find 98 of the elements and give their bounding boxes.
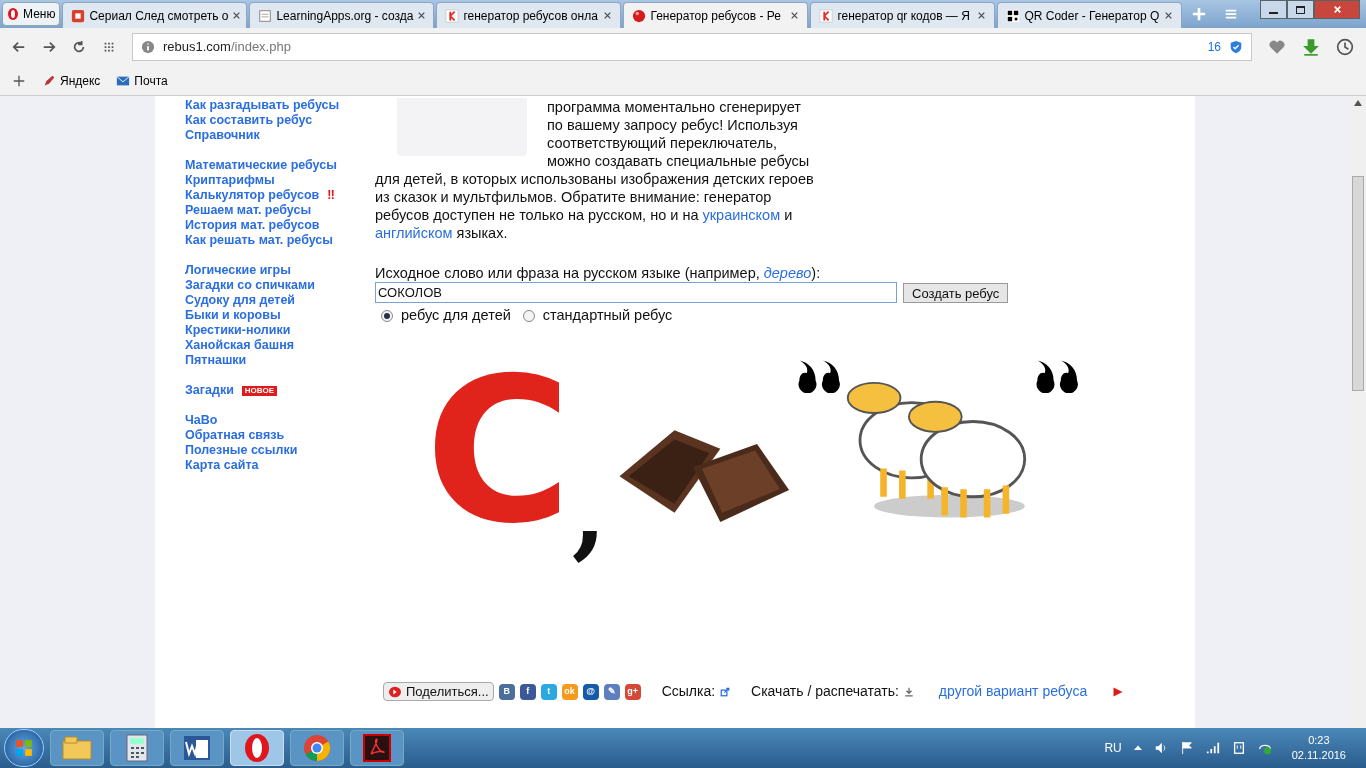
browser-tab[interactable]: LearningApps.org - созда: [249, 2, 435, 28]
close-icon[interactable]: [232, 11, 242, 20]
phrase-input[interactable]: СОКОЛОВ: [375, 282, 897, 303]
next-variant-link[interactable]: другой вариант ребуса: [938, 681, 1088, 702]
exclamation-mark: ‼: [327, 187, 335, 205]
close-icon[interactable]: [603, 11, 613, 20]
close-icon[interactable]: [977, 11, 987, 20]
qr-icon: [1006, 8, 1021, 23]
grid-icon[interactable]: [102, 40, 116, 54]
site-icon: [819, 8, 834, 23]
shield-icon[interactable]: [1229, 40, 1243, 54]
play-icon[interactable]: [1112, 685, 1125, 698]
tray-arrow-icon[interactable]: [1133, 744, 1142, 752]
radio-button[interactable]: [381, 309, 393, 322]
flag-icon[interactable]: [1179, 741, 1194, 755]
tab-title: генератор qr кодов — Я: [837, 7, 971, 25]
site-icon: [445, 8, 460, 23]
pdf-icon: [363, 734, 391, 762]
scroll-up-icon[interactable]: [1354, 100, 1362, 106]
maximize-button[interactable]: [1287, 0, 1314, 19]
folder-icon: [62, 735, 92, 761]
history-icon[interactable]: [1336, 38, 1354, 56]
share-button[interactable]: Поделиться...: [383, 682, 494, 701]
network-icon[interactable]: [1231, 741, 1246, 755]
heart-icon[interactable]: [1268, 38, 1286, 56]
radio-button[interactable]: [522, 309, 535, 322]
minimize-button[interactable]: [1260, 0, 1287, 19]
download-label: Скачать / распечатать:: [751, 682, 899, 701]
pen-icon: [42, 73, 56, 88]
close-icon[interactable]: [417, 11, 427, 20]
bookmark-link[interactable]: Почта: [116, 71, 168, 90]
tab-title: Сериал След смотреть о: [89, 7, 229, 25]
taskbar-button[interactable]: [350, 730, 404, 766]
close-button[interactable]: [1314, 0, 1360, 19]
site-icon: [71, 8, 86, 23]
site-info-icon[interactable]: [141, 40, 155, 54]
social-icon[interactable]: В: [498, 683, 515, 700]
back-icon[interactable]: [12, 40, 26, 54]
bookmark-link[interactable]: Яндекс: [42, 71, 101, 90]
start-button[interactable]: [4, 729, 44, 767]
signal-icon[interactable]: [1205, 741, 1220, 755]
browser-tab[interactable]: QR Coder - Генератор Q: [997, 2, 1183, 28]
tab-title: генератор ребусов онла: [463, 7, 599, 25]
example-link[interactable]: дерево: [763, 265, 812, 281]
social-icon[interactable]: g+: [624, 683, 641, 700]
sidebar-link[interactable]: Загадки: [185, 381, 234, 400]
scrollbar[interactable]: [1350, 96, 1366, 728]
tab-title: LearningApps.org - созда: [276, 7, 414, 25]
opera-icon: [243, 733, 271, 763]
blocked-count: 16: [1207, 39, 1221, 56]
language-indicator[interactable]: RU: [1104, 739, 1122, 757]
radio-label: стандартный ребус: [542, 306, 673, 325]
external-link-icon[interactable]: [720, 686, 731, 697]
form-label: Исходное слово или фраза на русском языке (например, дерево):: [375, 264, 822, 282]
intro-paragraph: программа моментально сгенерирует по вашему запросу ребус! Используя соответствующий переключатель, можно создавать специальные ребусы: [547, 98, 810, 170]
reload-icon[interactable]: [72, 40, 86, 54]
close-icon[interactable]: [790, 11, 800, 20]
browser-tab[interactable]: генератор ребусов онла: [436, 2, 622, 28]
radio-label: ребус для детей: [401, 306, 511, 325]
create-rebus-button[interactable]: Создать ребус: [903, 282, 1009, 303]
taskbar-button[interactable]: [110, 730, 164, 766]
ball-icon: [632, 8, 647, 23]
close-icon: [1332, 5, 1342, 14]
chrome-icon: [303, 734, 331, 762]
link-label: Ссылка:: [661, 682, 716, 701]
social-icon[interactable]: t: [540, 683, 557, 700]
browser-tab[interactable]: Сериал След смотреть о: [62, 2, 248, 28]
document-icon: [258, 8, 273, 23]
download-icon[interactable]: [903, 686, 914, 697]
taskbar-button[interactable]: [170, 730, 224, 766]
url-text: rebus1.com/index.php: [163, 38, 291, 57]
english-link[interactable]: английском: [375, 225, 453, 241]
intro-paragraph: для детей, в которых использованы изображения детских героев из сказок и мультфильмов. Обратите внимание: генератор ребусов доступен не только на русском, но и на украинском и английском языках.: [375, 170, 815, 242]
windows-logo-icon: [15, 739, 33, 757]
volume-icon[interactable]: [1153, 741, 1168, 755]
forward-icon[interactable]: [42, 40, 56, 54]
new-badge: НОВОЕ: [241, 385, 277, 396]
opera-icon: [7, 7, 19, 21]
social-icon[interactable]: @: [582, 683, 599, 700]
tab-title: Генератор ребусов - Ре: [650, 7, 782, 25]
address-field[interactable]: rebus1.com/index.php 16: [132, 33, 1252, 61]
close-icon[interactable]: [1164, 11, 1174, 20]
rebus-comma: ,: [571, 460, 607, 561]
mail-icon: [116, 73, 131, 88]
ukrainian-link[interactable]: украинском: [702, 207, 781, 223]
browser-tab[interactable]: генератор qr кодов — Я: [810, 2, 996, 28]
download-icon[interactable]: [1302, 38, 1320, 56]
calculator-icon: [126, 734, 148, 762]
browser-tab[interactable]: Генератор ребусов - Ре: [623, 2, 809, 28]
tab-title: QR Coder - Генератор Q: [1024, 7, 1161, 25]
social-icon[interactable]: ✎: [603, 683, 620, 700]
add-icon[interactable]: [12, 73, 26, 88]
clock[interactable]: 0:23 02.11.2016: [1291, 733, 1346, 763]
menu-button[interactable]: Меню: [2, 2, 61, 26]
rebus-letter: С: [425, 350, 572, 551]
word-icon: [182, 734, 212, 762]
social-icon[interactable]: f: [519, 683, 536, 700]
speaker-icon: [388, 685, 402, 698]
